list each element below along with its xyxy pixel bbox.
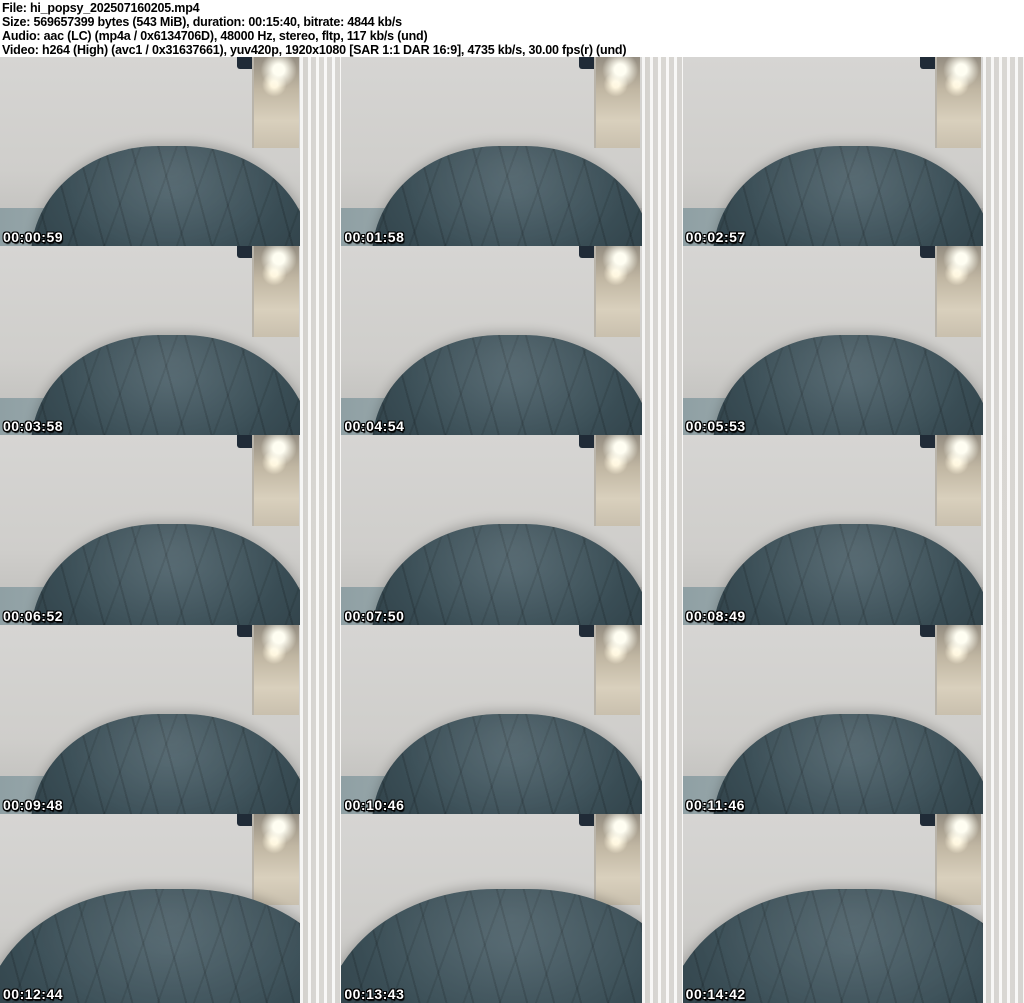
chair-shape <box>713 713 994 814</box>
timestamp-overlay: 00:09:48 <box>3 796 64 813</box>
video-thumbnail: 00:04:54 <box>341 246 683 436</box>
timestamp-overlay: 00:10:46 <box>344 796 405 813</box>
sheer-curtain-shape <box>641 57 683 247</box>
mirror-panel-shape <box>252 435 299 527</box>
chair-shape <box>713 335 994 436</box>
timestamp-overlay: 00:00:59 <box>3 229 64 246</box>
video-thumbnail: 00:00:59 <box>0 57 342 247</box>
sheer-curtain-shape <box>983 246 1024 436</box>
mirror-panel-shape <box>593 624 640 716</box>
sheer-curtain-shape <box>983 435 1024 625</box>
mirror-panel-shape <box>934 435 982 527</box>
timestamp-overlay: 00:06:52 <box>3 607 64 624</box>
chair-shape <box>713 524 994 625</box>
chair-shape <box>30 524 311 625</box>
sheer-curtain-shape <box>300 813 342 1003</box>
video-thumbnail: 00:13:43 <box>341 813 683 1003</box>
chair-shape <box>30 145 311 247</box>
sheer-curtain-shape <box>641 813 683 1003</box>
timestamp-overlay: 00:14:42 <box>685 985 746 1002</box>
timestamp-overlay: 00:02:57 <box>685 229 746 246</box>
timestamp-overlay: 00:04:54 <box>344 418 405 435</box>
metadata-line-file: File: hi_popsy_202507160205.mp4 <box>2 1 200 15</box>
video-thumbnail: 00:12:44 <box>0 813 342 1003</box>
mirror-panel-shape <box>593 57 640 148</box>
video-thumbnail: 00:01:58 <box>341 57 683 247</box>
sheer-curtain-shape <box>300 246 342 436</box>
mirror-panel-shape <box>252 813 299 905</box>
chair-shape <box>372 713 652 814</box>
sheer-curtain-shape <box>983 57 1024 247</box>
metadata-line-size: Size: 569657399 bytes (543 MiB), duratio… <box>2 15 402 29</box>
mirror-panel-shape <box>252 624 299 716</box>
video-thumbnail: 00:11:46 <box>682 624 1024 814</box>
video-thumbnail: 00:10:46 <box>341 624 683 814</box>
timestamp-overlay: 00:13:43 <box>344 985 405 1002</box>
timestamp-overlay: 00:03:58 <box>3 418 64 435</box>
sheer-curtain-shape <box>983 813 1024 1003</box>
chair-shape <box>713 145 994 247</box>
sheer-curtain-shape <box>983 624 1024 814</box>
chair-shape <box>372 335 652 436</box>
video-thumbnail: 00:09:48 <box>0 624 342 814</box>
metadata-header: File: hi_popsy_202507160205.mp4 Size: 56… <box>0 0 1024 57</box>
mirror-panel-shape <box>934 624 982 716</box>
mirror-panel-shape <box>593 435 640 527</box>
timestamp-overlay: 00:05:53 <box>685 418 746 435</box>
sheer-curtain-shape <box>641 246 683 436</box>
timestamp-overlay: 00:11:46 <box>685 796 745 813</box>
mirror-panel-shape <box>252 246 299 337</box>
timestamp-overlay: 00:07:50 <box>344 607 405 624</box>
metadata-line-audio: Audio: aac (LC) (mp4a / 0x6134706D), 480… <box>2 29 428 43</box>
chair-shape <box>372 145 652 247</box>
sheer-curtain-shape <box>641 435 683 625</box>
sheer-curtain-shape <box>641 624 683 814</box>
video-thumbnail: 00:14:42 <box>682 813 1024 1003</box>
mirror-panel-shape <box>934 57 982 148</box>
sheer-curtain-shape <box>300 624 342 814</box>
video-thumbnail: 00:03:58 <box>0 246 342 436</box>
timestamp-overlay: 00:08:49 <box>685 607 746 624</box>
mirror-panel-shape <box>934 246 982 337</box>
sheer-curtain-shape <box>300 435 342 625</box>
mirror-panel-shape <box>252 57 299 148</box>
chair-shape <box>372 524 652 625</box>
chair-shape <box>30 335 311 436</box>
metadata-line-video: Video: h264 (High) (avc1 / 0x31637661), … <box>2 43 627 57</box>
sheer-curtain-shape <box>300 57 342 247</box>
timestamp-overlay: 00:01:58 <box>344 229 405 246</box>
video-thumbnail: 00:05:53 <box>682 246 1024 436</box>
mirror-panel-shape <box>593 246 640 337</box>
video-thumbnail: 00:08:49 <box>682 435 1024 625</box>
video-thumbnail: 00:07:50 <box>341 435 683 625</box>
video-thumbnail: 00:06:52 <box>0 435 342 625</box>
video-thumbnail: 00:02:57 <box>682 57 1024 247</box>
mirror-panel-shape <box>593 813 640 905</box>
timestamp-overlay: 00:12:44 <box>3 985 64 1002</box>
mirror-panel-shape <box>934 813 982 905</box>
chair-shape <box>30 713 311 814</box>
thumbnail-grid: 00:00:59 00:01:58 00:02:57 00:03:58 00:0… <box>0 57 1024 1003</box>
